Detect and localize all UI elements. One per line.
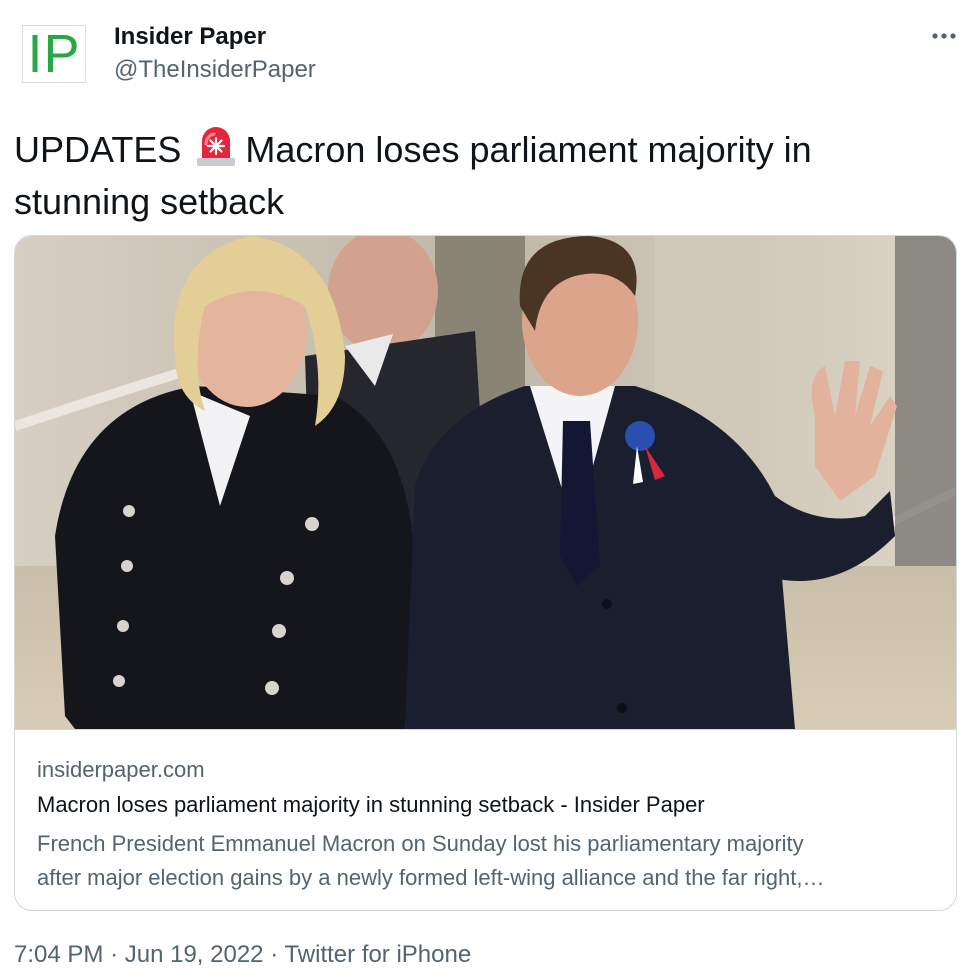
card-divider — [15, 729, 956, 730]
tweet-text-prefix: UPDATES — [14, 129, 182, 170]
link-preview-card[interactable]: insiderpaper.com Macron loses parliament… — [14, 235, 957, 911]
more-options-button[interactable] — [924, 18, 964, 54]
user-handle[interactable]: @TheInsiderPaper — [114, 56, 316, 84]
card-photo — [15, 236, 956, 729]
card-domain: insiderpaper.com — [37, 757, 205, 782]
avatar[interactable]: IP — [22, 25, 86, 83]
rotating-light-icon — [193, 122, 239, 179]
tweet-text-line-2: stunning setback — [14, 181, 285, 222]
tweet-date[interactable]: Jun 19, 2022 — [125, 941, 264, 968]
meta-separator: · — [270, 941, 279, 968]
card-description-line-1: French President Emmanuel Macron on Sund… — [37, 831, 804, 856]
display-name[interactable]: Insider Paper — [114, 23, 266, 51]
more-dots-icon — [932, 33, 956, 39]
tweet-text: UPDATES Macron loses parliament majority… — [14, 122, 954, 225]
meta-separator: · — [110, 941, 119, 968]
avatar-logo-text: IP — [27, 24, 81, 84]
tweet-metadata: 7:04 PM · Jun 19, 2022 · Twitter for iPh… — [14, 941, 471, 969]
card-description-line-2: after major election gains by a newly fo… — [37, 865, 825, 890]
tweet-time[interactable]: 7:04 PM — [14, 941, 103, 968]
card-title: Macron loses parliament majority in stun… — [37, 792, 705, 817]
card-description: French President Emmanuel Macron on Sund… — [37, 827, 937, 895]
tweet-source[interactable]: Twitter for iPhone — [284, 941, 471, 968]
tweet-text-line-1: Macron loses parliament majority in — [245, 129, 812, 170]
